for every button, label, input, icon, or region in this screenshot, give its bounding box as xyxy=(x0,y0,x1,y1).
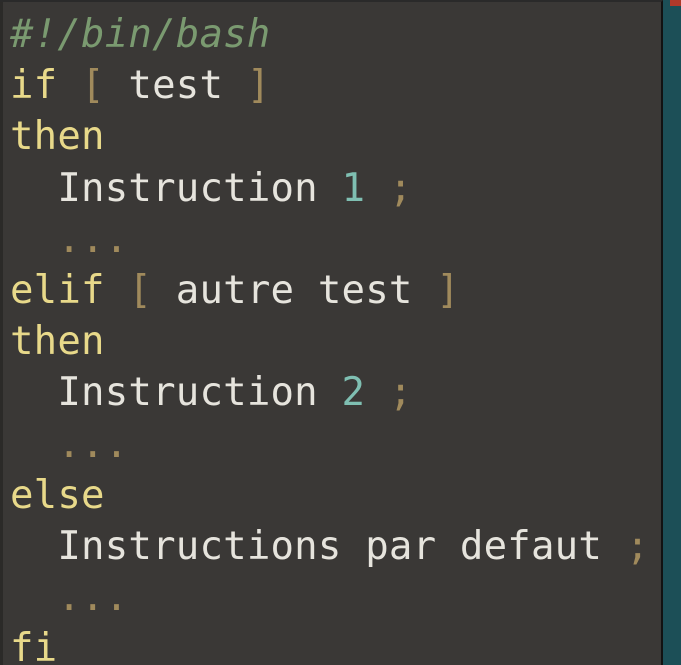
close-bracket: ] xyxy=(436,267,460,313)
instruction-text: Instruction xyxy=(57,165,342,211)
code-area[interactable]: #!/bin/bash if [ test ] then Instruction 1… xyxy=(10,9,649,665)
condition-text: autre test xyxy=(152,267,437,313)
instruction-number: 1 xyxy=(341,165,366,211)
code-line-1[interactable]: #!/bin/bash xyxy=(10,9,649,60)
keyword-then: then xyxy=(10,319,105,365)
ellipsis: ... xyxy=(57,421,129,467)
open-bracket: [ xyxy=(81,63,105,109)
code-line-10[interactable]: else xyxy=(10,470,649,521)
code-line-12[interactable]: ... xyxy=(10,572,649,623)
code-line-7[interactable]: then xyxy=(10,316,649,367)
code-line-5[interactable]: ... xyxy=(10,214,649,265)
background-strip xyxy=(663,0,681,665)
keyword-else: else xyxy=(10,472,105,518)
ellipsis: ... xyxy=(57,575,129,621)
semicolon: ; xyxy=(602,523,650,569)
keyword-fi: fi xyxy=(10,626,58,665)
code-line-9[interactable]: ... xyxy=(10,419,649,470)
semicolon: ; xyxy=(365,370,413,416)
code-line-13[interactable]: fi xyxy=(10,623,649,665)
keyword-if: if xyxy=(10,63,58,109)
condition-text: test xyxy=(104,63,247,109)
code-line-4[interactable]: Instruction 1 ; xyxy=(10,163,649,214)
instruction-text: Instruction xyxy=(57,370,342,416)
keyword-elif: elif xyxy=(10,267,105,313)
shebang-line: #!/bin/bash xyxy=(10,12,271,57)
keyword-then: then xyxy=(10,114,105,160)
instruction-number: 2 xyxy=(341,370,366,416)
code-line-8[interactable]: Instruction 2 ; xyxy=(10,367,649,418)
open-bracket: [ xyxy=(128,267,153,313)
code-line-2[interactable]: if [ test ] xyxy=(10,60,649,111)
code-line-3[interactable]: then xyxy=(10,111,649,162)
ellipsis: ... xyxy=(57,216,129,262)
code-line-6[interactable]: elif [ autre test ] xyxy=(10,265,649,316)
code-line-11[interactable]: Instructions par defaut ; xyxy=(10,521,649,572)
code-editor[interactable]: #!/bin/bash if [ test ] then Instruction 1… xyxy=(0,0,663,665)
semicolon: ; xyxy=(365,165,413,211)
editor-gutter-edge xyxy=(0,2,3,665)
close-bracket: ] xyxy=(246,63,271,109)
window-corner-marker xyxy=(670,0,681,6)
instruction-text: Instructions par defaut xyxy=(57,523,603,569)
